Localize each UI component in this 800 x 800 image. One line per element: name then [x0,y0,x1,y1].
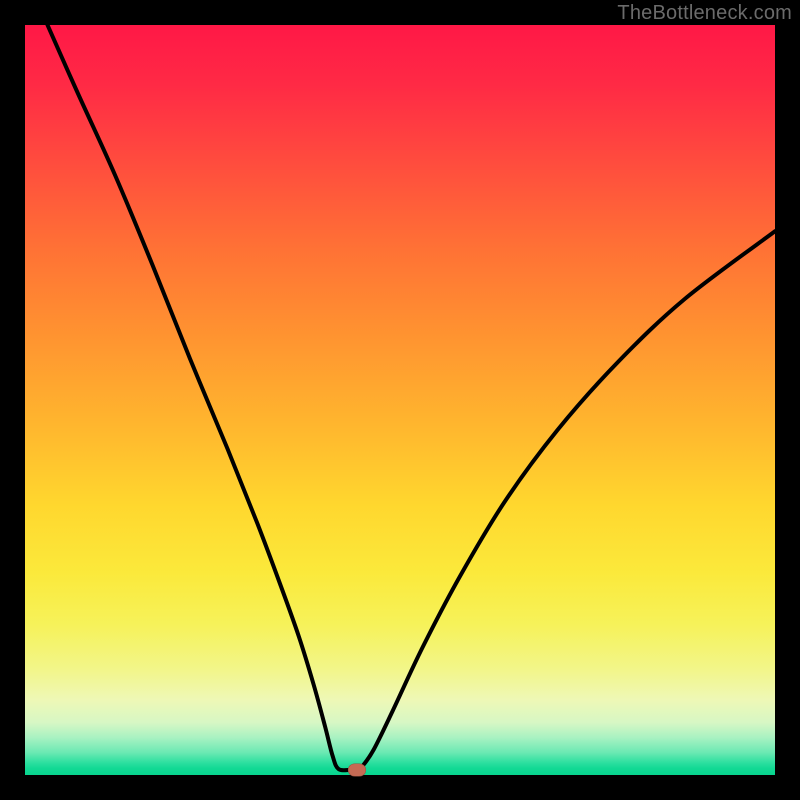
curve-svg [25,25,775,775]
optimal-point-marker [348,763,366,776]
watermark-text: TheBottleneck.com [617,2,792,25]
chart-frame: TheBottleneck.com [0,0,800,800]
bottleneck-curve [48,25,776,770]
plot-area [25,25,775,775]
